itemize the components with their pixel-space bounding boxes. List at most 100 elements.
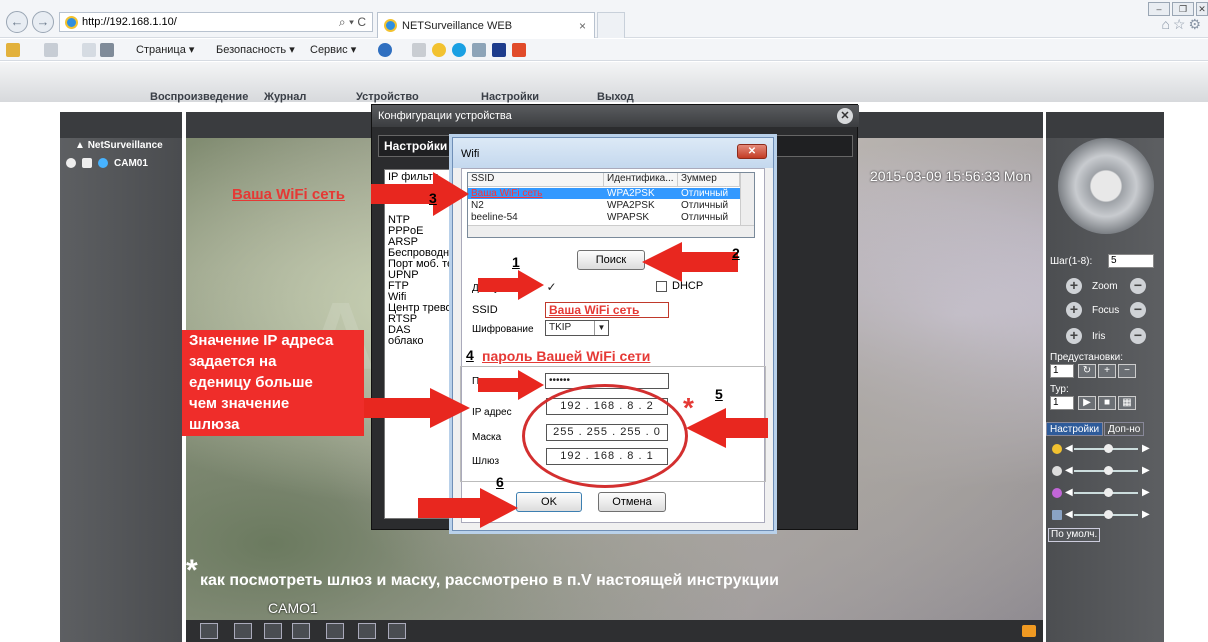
step-select[interactable]: 5: [1108, 254, 1154, 268]
menu-exit[interactable]: Выход: [597, 91, 634, 103]
snapshot-icon[interactable]: [326, 623, 344, 639]
config-item-ntp[interactable]: NTP: [385, 215, 461, 226]
menu-playback[interactable]: Воспроизведение: [150, 91, 248, 103]
toolbar-icon-1[interactable]: [412, 43, 426, 57]
menu-tools[interactable]: Сервис ▾: [310, 43, 356, 56]
home-star-gear-icons[interactable]: ⌂☆⚙: [1161, 16, 1204, 33]
list-horizontal-scrollbar[interactable]: [468, 225, 754, 237]
dhcp-checkbox[interactable]: [656, 281, 667, 292]
minimize-button[interactable]: ‒: [1148, 2, 1170, 16]
config-item-arsp[interactable]: ARSP: [385, 237, 461, 248]
volume-icon[interactable]: [1022, 625, 1036, 637]
tab-extra[interactable]: Доп-но: [1104, 422, 1145, 436]
help-icon[interactable]: [378, 43, 392, 57]
config-item-mobile-port[interactable]: Порт моб. тел: [385, 259, 461, 270]
new-tab-button[interactable]: [597, 12, 625, 38]
address-controls[interactable]: ⌕ ▾ C: [339, 15, 366, 30]
encryption-select[interactable]: TKIP ▼: [545, 320, 609, 336]
fullscreen-icon[interactable]: [200, 623, 218, 639]
ptz-joystick[interactable]: [1058, 138, 1154, 234]
toolbar-icon-2[interactable]: [432, 43, 446, 57]
feeds-icon[interactable]: [44, 43, 58, 57]
iris-out-button[interactable]: −: [1130, 328, 1146, 344]
tour-input[interactable]: 1: [1050, 396, 1074, 410]
restore-button[interactable]: ❐: [1172, 2, 1194, 16]
zoom-out-button[interactable]: −: [1130, 278, 1146, 294]
focus-in-button[interactable]: +: [1066, 302, 1082, 318]
search-button[interactable]: Поиск: [577, 250, 645, 270]
menu-page[interactable]: Страница ▾: [136, 43, 194, 56]
mail-icon[interactable]: [82, 43, 96, 57]
menu-device[interactable]: Устройство: [356, 91, 419, 103]
config-item-cloud[interactable]: облако: [385, 336, 461, 347]
ssid-input[interactable]: Ваша WiFi сеть: [545, 302, 669, 318]
back-icon[interactable]: ←: [6, 11, 28, 33]
preset-add-button[interactable]: +: [1098, 364, 1116, 378]
preset-goto-button[interactable]: ↻: [1078, 364, 1096, 378]
network-row[interactable]: beeline-54 WPAPSK Отличный: [468, 212, 740, 223]
brightness-slider[interactable]: ◀ ▶: [1052, 443, 1156, 455]
tab-close-icon[interactable]: ×: [579, 19, 586, 33]
network-row[interactable]: Ваша WiFi сеть WPA2PSK Отличный: [468, 188, 740, 199]
col-signal[interactable]: Зуммер: [678, 173, 740, 187]
toolbar-icon-4[interactable]: [472, 43, 486, 57]
wifi-close-button[interactable]: ✕: [737, 144, 767, 159]
config-item-upnp[interactable]: UPNP: [385, 270, 461, 281]
ok-button[interactable]: OK: [516, 492, 582, 512]
tab-image-settings[interactable]: Настройки: [1046, 422, 1104, 436]
config-close-icon[interactable]: ✕: [837, 108, 853, 124]
config-item-wireless[interactable]: Беспроводна: [385, 248, 461, 259]
record-icon[interactable]: [66, 158, 76, 169]
network-row[interactable]: N2 WPA2PSK Отличный: [468, 200, 740, 211]
address-bar[interactable]: http://192.168.1.10/ ⌕ ▾ C: [59, 12, 373, 32]
config-item-alarm-center[interactable]: Центр тревог: [385, 303, 461, 314]
col-ssid[interactable]: SSID: [468, 173, 604, 187]
home-icon[interactable]: [6, 43, 20, 57]
config-item-das[interactable]: DAS: [385, 325, 461, 336]
config-item-wifi[interactable]: Wifi: [385, 292, 461, 303]
preset-remove-button[interactable]: −: [1118, 364, 1136, 378]
enabled-checkbox[interactable]: ✓: [546, 281, 557, 294]
camera-item[interactable]: CAM01: [66, 158, 148, 169]
zoom-in-button[interactable]: +: [1066, 278, 1082, 294]
preset-input[interactable]: 1: [1050, 364, 1074, 378]
address-url[interactable]: http://192.168.1.10/: [82, 16, 177, 28]
stop-icon[interactable]: [82, 158, 92, 169]
toolbar-icon-5[interactable]: [512, 43, 526, 57]
config-item-rtsp[interactable]: RTSP: [385, 314, 461, 325]
config-item-pppoe[interactable]: PPPoE: [385, 226, 461, 237]
cancel-button[interactable]: Отмена: [598, 492, 666, 512]
default-button[interactable]: По умолч.: [1048, 528, 1100, 542]
toolbar-icon-3[interactable]: [452, 43, 466, 57]
tour-stop-button[interactable]: ■: [1098, 396, 1116, 410]
iris-in-button[interactable]: +: [1066, 328, 1082, 344]
step-number-3: 3: [429, 190, 437, 206]
record-video-icon[interactable]: [358, 623, 376, 639]
tour-grid-button[interactable]: ▦: [1118, 396, 1136, 410]
quad-view-icon[interactable]: [264, 623, 282, 639]
stop-video-icon[interactable]: [388, 623, 406, 639]
forward-icon[interactable]: →: [32, 11, 54, 33]
focus-out-button[interactable]: −: [1130, 302, 1146, 318]
menu-settings[interactable]: Настройки: [481, 91, 539, 103]
saturation-slider[interactable]: ◀ ▶: [1052, 487, 1156, 499]
list-vertical-scrollbar[interactable]: [740, 173, 754, 225]
browser-tab[interactable]: NETSurveillance WEB ×: [377, 12, 595, 38]
command-bar: Страница ▾ Безопасность ▾ Сервис ▾: [0, 39, 1208, 61]
print-icon[interactable]: [100, 43, 114, 57]
bluetooth-icon[interactable]: [492, 43, 506, 57]
menu-security[interactable]: Безопасность ▾: [216, 43, 295, 56]
close-window-button[interactable]: ✕: [1196, 2, 1208, 16]
contrast-slider[interactable]: ◀ ▶: [1052, 465, 1156, 477]
chevron-down-icon: ▼: [594, 321, 608, 335]
wifi-network-list[interactable]: SSID Идентифика... Зуммер Ваша WiFi сеть…: [467, 172, 755, 238]
hue-slider[interactable]: ◀ ▶: [1052, 509, 1156, 521]
col-auth[interactable]: Идентифика...: [604, 173, 678, 187]
config-item-ftp[interactable]: FTP: [385, 281, 461, 292]
menu-log[interactable]: Журнал: [264, 91, 306, 103]
nine-view-icon[interactable]: [292, 623, 310, 639]
tour-play-button[interactable]: ▶: [1078, 396, 1096, 410]
single-view-icon[interactable]: [234, 623, 252, 639]
play-icon[interactable]: [98, 158, 108, 169]
network-ssid: Ваша WiFi сеть: [471, 188, 543, 199]
